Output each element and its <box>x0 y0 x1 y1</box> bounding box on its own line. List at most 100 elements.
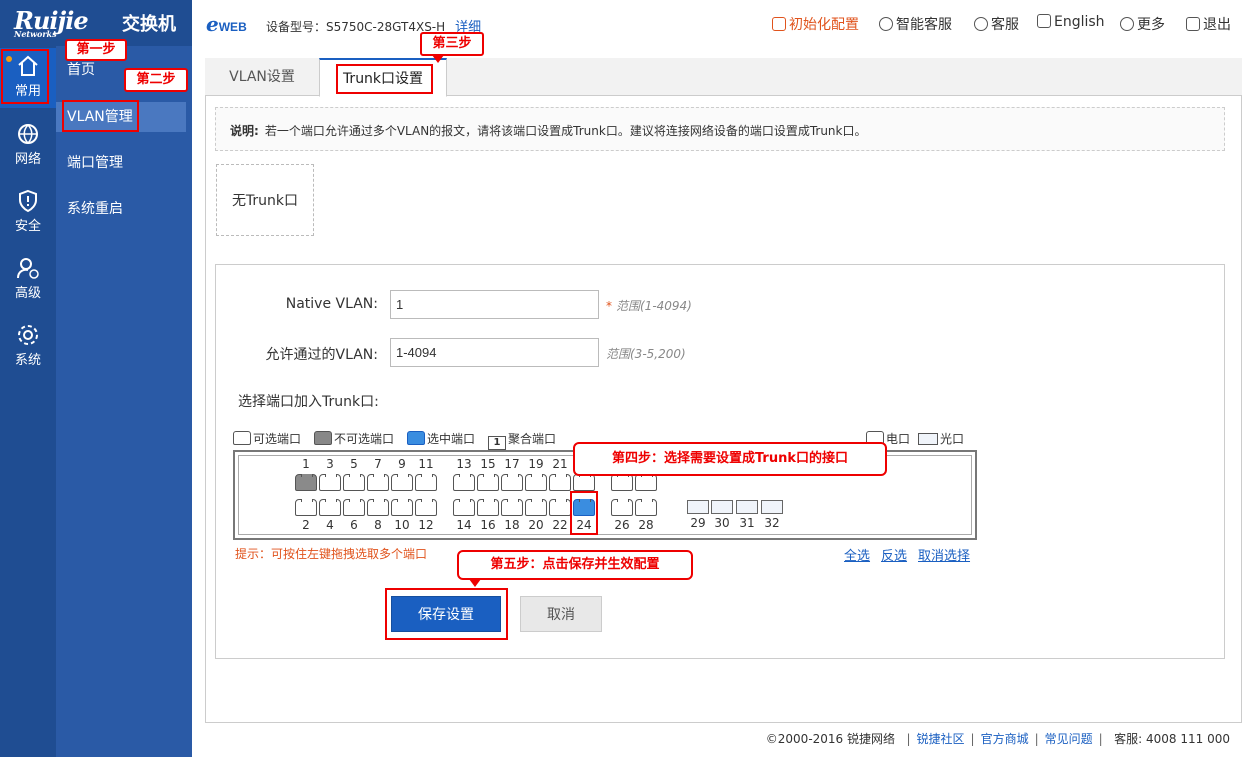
port-number: 9 <box>398 457 406 471</box>
port-23[interactable] <box>573 474 595 491</box>
port-2[interactable] <box>295 499 317 516</box>
footer-link-store[interactable]: 官方商城 <box>981 732 1029 746</box>
fiber-port-icon <box>918 433 938 445</box>
support-icon <box>974 17 988 31</box>
rail-label: 高级 <box>14 286 41 301</box>
port-number: 29 <box>690 516 706 530</box>
unavailable-port-icon <box>314 431 332 445</box>
footer-link-community[interactable]: 锐捷社区 <box>917 732 965 746</box>
native-vlan-input[interactable] <box>390 290 599 319</box>
legend-selected: 选中端口 <box>407 430 475 447</box>
rail-item-system[interactable]: 系统 <box>0 317 56 377</box>
port-6[interactable] <box>343 499 365 516</box>
hotline: 客服: 4008 111 000 <box>1114 732 1230 746</box>
allowed-vlan-label: 允许通过的VLAN: <box>265 347 378 363</box>
fiber-port-30[interactable] <box>711 500 733 514</box>
port-3[interactable] <box>319 474 341 491</box>
step4-callout: 第四步：选择需要设置成Trunk口的接口 <box>573 442 887 476</box>
port-number: 2 <box>302 518 310 532</box>
port-number: 21 <box>552 457 568 471</box>
port-number: 31 <box>739 516 755 530</box>
rail-item-advanced[interactable]: 高级 <box>0 250 56 310</box>
port-8[interactable] <box>367 499 389 516</box>
port-27[interactable] <box>635 474 657 491</box>
sub-item-ports[interactable]: 端口管理 <box>56 148 186 178</box>
shield-icon <box>19 189 37 213</box>
port-9[interactable] <box>391 474 413 491</box>
port-16[interactable] <box>477 499 499 516</box>
port-12[interactable] <box>415 499 437 516</box>
copyright: ©2000-2016 锐捷网络 <box>765 732 896 746</box>
selected-port-icon <box>407 431 425 445</box>
port-10[interactable] <box>391 499 413 516</box>
available-port-icon <box>233 431 251 445</box>
language-icon <box>1037 14 1051 28</box>
port-number: 12 <box>418 518 434 532</box>
step5-highlight <box>385 588 508 640</box>
logout-link[interactable]: 退出 <box>1186 14 1231 34</box>
select-all-link[interactable]: 全选 <box>844 545 870 564</box>
fiber-port-31[interactable] <box>736 500 758 514</box>
invert-selection-link[interactable]: 反选 <box>881 545 907 564</box>
rail-item-network[interactable]: 网络 <box>0 116 56 176</box>
port-20[interactable] <box>525 499 547 516</box>
port-14[interactable] <box>453 499 475 516</box>
top-header: eWEB 设备型号：S5750C-28GT4XS-H 详细 初始化配置 智能客服 … <box>192 0 1247 46</box>
port-28[interactable] <box>635 499 657 516</box>
clear-selection-link[interactable]: 取消选择 <box>918 545 970 564</box>
port-number: 17 <box>504 457 520 471</box>
step1-highlight <box>1 49 49 104</box>
port-26[interactable] <box>611 499 633 516</box>
more-link[interactable]: 更多 <box>1120 14 1165 34</box>
port-5[interactable] <box>343 474 365 491</box>
tab-vlan-settings[interactable]: VLAN设置 <box>205 58 319 96</box>
port-number: 3 <box>326 457 334 471</box>
advanced-icon <box>17 258 39 279</box>
language-link[interactable]: English <box>1037 14 1105 30</box>
init-config-icon <box>772 17 786 31</box>
port-19[interactable] <box>525 474 547 491</box>
rail-item-security[interactable]: 安全 <box>0 183 56 243</box>
drag-tip: 提示：可按住左键拖拽选取多个端口 <box>235 547 428 561</box>
step4-highlight <box>570 491 598 535</box>
fiber-port-29[interactable] <box>687 500 709 514</box>
port-21[interactable] <box>549 474 571 491</box>
legend-available: 可选端口 <box>233 430 301 447</box>
port-number: 30 <box>714 516 730 530</box>
footer-link-faq[interactable]: 常见问题 <box>1045 732 1093 746</box>
port-number: 18 <box>504 518 520 532</box>
port-number: 20 <box>528 518 544 532</box>
native-vlan-hint: * 范围(1-4094) <box>606 299 692 313</box>
init-config-link[interactable]: 初始化配置 <box>772 14 859 34</box>
step3-callout: 第三步 <box>420 32 484 63</box>
step2-highlight <box>62 100 139 132</box>
port-1[interactable] <box>295 474 317 491</box>
legend-fiber: 光口 <box>918 430 964 447</box>
eweb-logo: eWEB <box>206 12 247 36</box>
legend-aggregate: 1 聚合端口 <box>488 430 556 450</box>
allowed-vlan-input[interactable] <box>390 338 599 367</box>
step3-highlight <box>336 64 433 94</box>
step5-callout: 第五步：点击保存并生效配置 <box>457 550 693 587</box>
port-4[interactable] <box>319 499 341 516</box>
port-number: 32 <box>764 516 780 530</box>
port-25[interactable] <box>611 474 633 491</box>
product-name: 交换机 <box>122 14 176 35</box>
rail-label: 网络 <box>14 152 41 167</box>
support-link[interactable]: 客服 <box>974 14 1019 34</box>
smart-service-link[interactable]: 智能客服 <box>879 14 952 34</box>
port-18[interactable] <box>501 499 523 516</box>
port-15[interactable] <box>477 474 499 491</box>
port-number: 13 <box>456 457 472 471</box>
port-7[interactable] <box>367 474 389 491</box>
port-22[interactable] <box>549 499 571 516</box>
fiber-port-32[interactable] <box>761 500 783 514</box>
rail-label: 安全 <box>14 219 41 234</box>
port-17[interactable] <box>501 474 523 491</box>
port-number: 16 <box>480 518 496 532</box>
port-11[interactable] <box>415 474 437 491</box>
cancel-button[interactable]: 取消 <box>520 596 602 632</box>
port-number: 8 <box>374 518 382 532</box>
sub-item-reboot[interactable]: 系统重启 <box>56 194 186 224</box>
port-13[interactable] <box>453 474 475 491</box>
